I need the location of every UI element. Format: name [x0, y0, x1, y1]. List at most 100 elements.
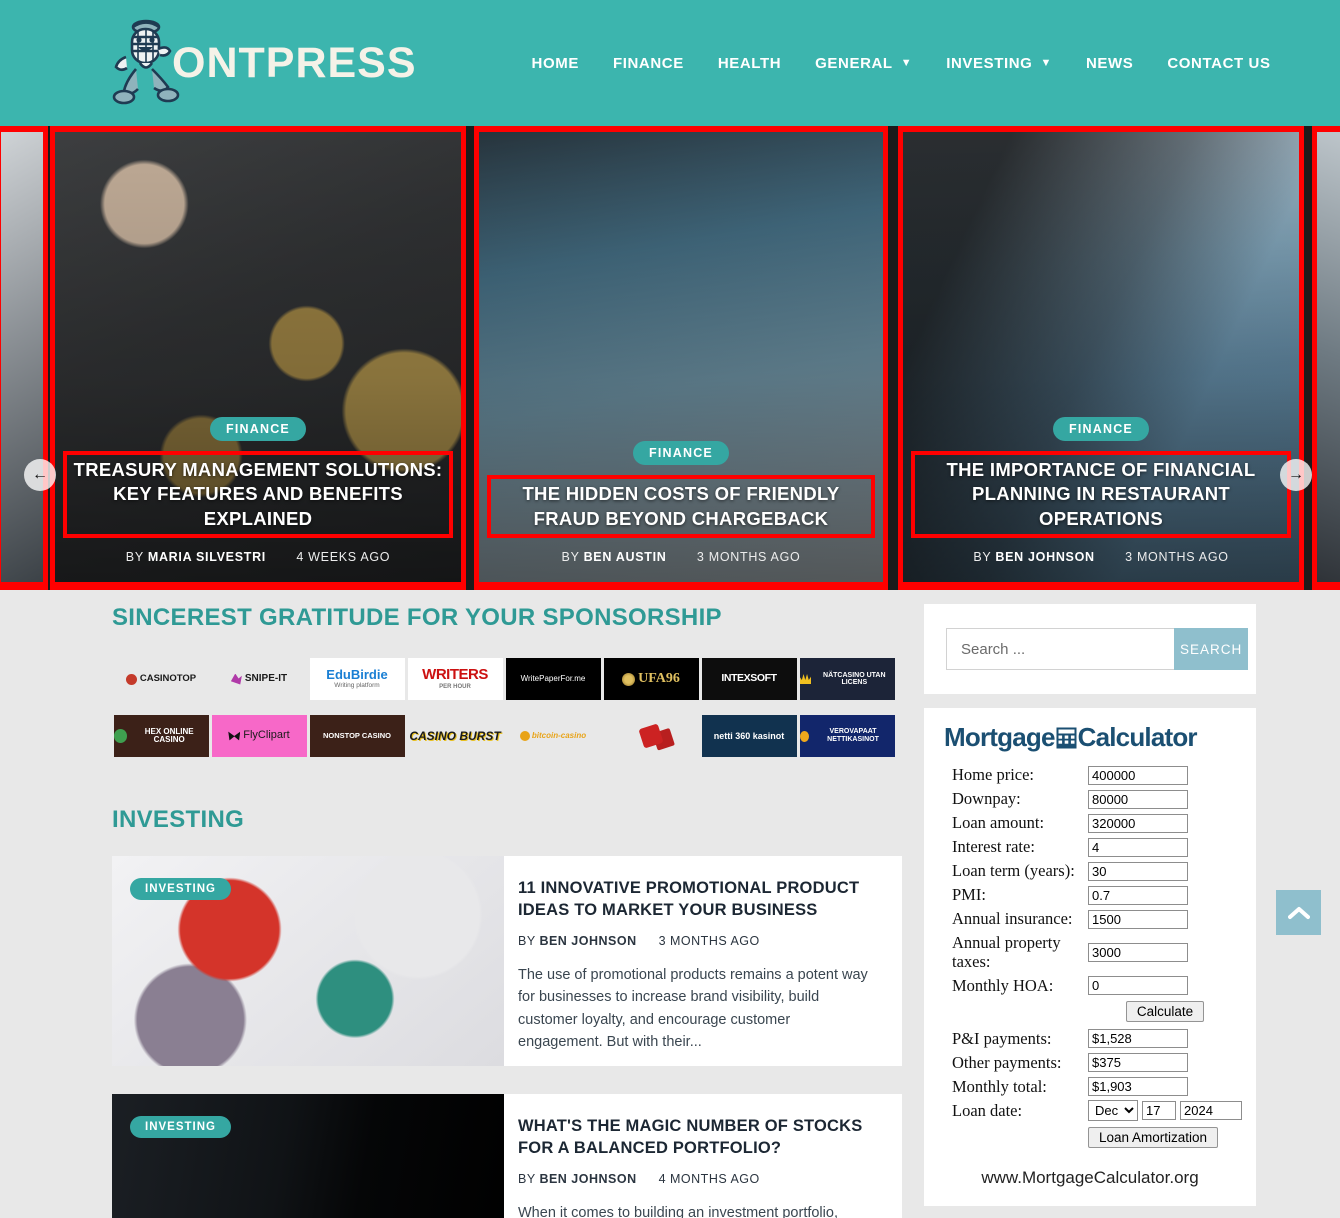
- slide-category-badge[interactable]: FINANCE: [633, 441, 729, 466]
- sponsor-logo-hex[interactable]: HEX ONLINE CASINO: [112, 711, 210, 761]
- home-price-input[interactable]: [1088, 766, 1188, 785]
- sponsor-logo-snipe-it[interactable]: SNIPE-IT: [210, 654, 308, 704]
- nav-label: FINANCE: [612, 54, 684, 72]
- monthly-hoa-input[interactable]: [1088, 976, 1188, 996]
- carousel-slide-2[interactable]: FINANCE THE HIDDEN COSTS OF FRIENDLY FRA…: [474, 126, 888, 590]
- sponsor-logo-nonstop-casino[interactable]: NONSTOP CASINO: [308, 711, 406, 761]
- pmi-input[interactable]: [1088, 886, 1188, 905]
- post-category-badge[interactable]: INVESTING: [130, 1116, 231, 1138]
- carousel-next-button[interactable]: →: [1280, 459, 1312, 491]
- nav-label: HEALTH: [717, 54, 782, 72]
- sponsor-logo-nettikasinot[interactable]: netti 360 kasinot: [700, 711, 798, 761]
- nav-item-finance[interactable]: FINANCE: [596, 45, 701, 82]
- monthly-total-output[interactable]: [1088, 1077, 1188, 1097]
- carousel-slide-3[interactable]: FINANCE THE IMPORTANCE OF FINANCIAL PLAN…: [898, 126, 1304, 590]
- calc-row-downpay: Downpay:: [938, 787, 1242, 811]
- calculate-button[interactable]: Calculate: [1125, 1001, 1205, 1023]
- sponsor-logo-casino-burst[interactable]: CASINO BURST: [406, 711, 504, 761]
- annual-property-taxes-input[interactable]: [1088, 943, 1188, 963]
- downpay-input[interactable]: [1088, 790, 1188, 809]
- slide-title[interactable]: THE IMPORTANCE OF FINANCIAL PLANNING IN …: [911, 450, 1291, 538]
- post-card[interactable]: INVESTING WHAT'S THE MAGIC NUMBER OF STO…: [112, 1094, 902, 1218]
- loan-term-input[interactable]: [1088, 862, 1188, 881]
- sponsor-logo-flyclipart[interactable]: FlyClipart: [210, 711, 308, 761]
- sponsor-label: CASINOTOP: [139, 673, 197, 685]
- sponsor-logo-writers[interactable]: WRITERS PER HOUR: [406, 654, 504, 704]
- post-author[interactable]: BEN JOHNSON: [539, 934, 636, 948]
- arrow-left-icon: ←: [32, 466, 48, 483]
- slide-title[interactable]: TREASURY MANAGEMENT SOLUTIONS: KEY FEATU…: [63, 450, 453, 538]
- slide-image: [1, 132, 43, 582]
- calc-label: Loan term (years):: [952, 861, 1075, 881]
- carousel-slide-partial-right[interactable]: [1312, 126, 1340, 590]
- calc-row-annual-property-taxes: Annual property taxes:: [938, 931, 1242, 973]
- nav-item-investing[interactable]: INVESTING ▼: [929, 45, 1069, 82]
- nav-item-health[interactable]: HEALTH: [701, 45, 798, 82]
- search-submit-button[interactable]: SEARCH: [1174, 628, 1249, 670]
- nav-item-news[interactable]: NEWS: [1069, 45, 1150, 82]
- loan-amount-input[interactable]: [1088, 814, 1188, 833]
- sponsor-logo-verovapaat[interactable]: VEROVAPAAT NETTIKASINOT: [798, 711, 896, 761]
- search-widget: SEARCH: [924, 604, 1256, 694]
- calc-label: Annual property taxes:: [952, 933, 1061, 972]
- slide-author[interactable]: MARIA SILVESTRI: [148, 550, 266, 564]
- other-payments-output[interactable]: [1088, 1053, 1188, 1073]
- post-excerpt: When it comes to building an investment …: [518, 1204, 838, 1218]
- mortgage-calculator-form: Home price: Downpay: Loan amount: Intere…: [938, 763, 1242, 1152]
- post-title[interactable]: 11 INNOVATIVE PROMOTIONAL PRODUCT IDEAS …: [518, 878, 878, 922]
- sponsor-logo-edubirdie[interactable]: EduBirdie Writing platform: [308, 654, 406, 704]
- nav-label: INVESTING: [946, 54, 1033, 72]
- post-thumbnail[interactable]: INVESTING: [112, 856, 504, 1066]
- investing-heading: INVESTING: [112, 806, 245, 833]
- post-title[interactable]: WHAT'S THE MAGIC NUMBER OF STOCKS FOR A …: [518, 1116, 878, 1160]
- sponsor-label: EduBirdie: [326, 666, 388, 682]
- sponsor-logo-writepaperforme[interactable]: WritePaperFor.me: [504, 654, 602, 704]
- calculator-logo-part2: Calculator: [1077, 722, 1198, 752]
- post-author[interactable]: BEN JOHNSON: [539, 1172, 636, 1186]
- slide-author[interactable]: BEN JOHNSON: [995, 550, 1094, 564]
- nav-item-home[interactable]: HOME: [515, 45, 596, 82]
- slide-category-badge[interactable]: FINANCE: [1053, 416, 1149, 441]
- nav-label: CONTACT US: [1167, 54, 1271, 72]
- calc-row-pmi: PMI:: [938, 883, 1242, 907]
- sponsor-logo-ufa96[interactable]: UFA96: [602, 654, 700, 704]
- interest-rate-input[interactable]: [1088, 838, 1188, 857]
- slide-meta: BY MARIA SILVESTRI 4 WEEKS AGO: [63, 550, 453, 564]
- slide-author[interactable]: BEN AUSTIN: [584, 550, 667, 564]
- site-logo[interactable]: ONTPRESS: [108, 0, 417, 126]
- calc-label: PMI:: [952, 885, 986, 905]
- carousel-prev-button[interactable]: ←: [24, 459, 56, 491]
- sponsor-label: WritePaperFor.me: [520, 673, 586, 683]
- sponsor-logo-dice[interactable]: [602, 711, 700, 761]
- scroll-to-top-button[interactable]: [1276, 890, 1321, 935]
- loan-date-month-select[interactable]: Dec: [1088, 1100, 1138, 1122]
- post-card[interactable]: INVESTING 11 INNOVATIVE PROMOTIONAL PROD…: [112, 856, 902, 1066]
- annual-insurance-input[interactable]: [1088, 910, 1188, 929]
- calc-row-other-payments: Other payments:: [938, 1050, 1242, 1074]
- sponsor-logo-casinotop[interactable]: CASINOTOP: [112, 654, 210, 704]
- loan-date-day-input[interactable]: [1142, 1101, 1176, 1121]
- carousel-slide-partial-left[interactable]: [0, 126, 48, 590]
- slide-category-badge[interactable]: FINANCE: [210, 416, 306, 441]
- slide-time: 4 WEEKS AGO: [296, 550, 391, 564]
- sponsor-logo-natcasino[interactable]: NÄTCASINO UTAN LICENS: [798, 654, 896, 704]
- post-category-badge[interactable]: INVESTING: [130, 878, 231, 900]
- featured-carousel: FINANCE TREASURY MANAGEMENT SOLUTIONS: K…: [0, 126, 1340, 590]
- carousel-slide-1[interactable]: FINANCE TREASURY MANAGEMENT SOLUTIONS: K…: [50, 126, 466, 590]
- calc-row-monthly-hoa: Monthly HOA:: [938, 973, 1242, 997]
- page-body: SINCEREST GRATITUDE FOR YOUR SPONSORSHIP…: [0, 590, 1340, 1218]
- sponsor-logo-intexsoft[interactable]: INTEXSOFT: [700, 654, 798, 704]
- slide-meta: BY BEN JOHNSON 3 MONTHS AGO: [911, 550, 1291, 564]
- calc-label: Other payments:: [952, 1052, 1062, 1072]
- post-thumbnail[interactable]: INVESTING: [112, 1094, 504, 1218]
- loan-amortization-button[interactable]: Loan Amortization: [1088, 1127, 1219, 1149]
- slide-title[interactable]: THE HIDDEN COSTS OF FRIENDLY FRAUD BEYON…: [487, 475, 875, 538]
- nav-item-contact-us[interactable]: CONTACT US: [1150, 45, 1287, 82]
- loan-date-year-input[interactable]: [1180, 1101, 1242, 1121]
- nav-item-general[interactable]: GENERAL ▼: [798, 45, 929, 82]
- sponsor-logo-bitcoin-casino[interactable]: bitcoin-casino: [504, 711, 602, 761]
- mortgage-calculator-url[interactable]: www.MortgageCalculator.org: [938, 1168, 1242, 1188]
- search-input[interactable]: [946, 628, 1174, 670]
- pi-payments-output[interactable]: [1088, 1029, 1188, 1049]
- calc-label: Monthly total:: [952, 1076, 1047, 1096]
